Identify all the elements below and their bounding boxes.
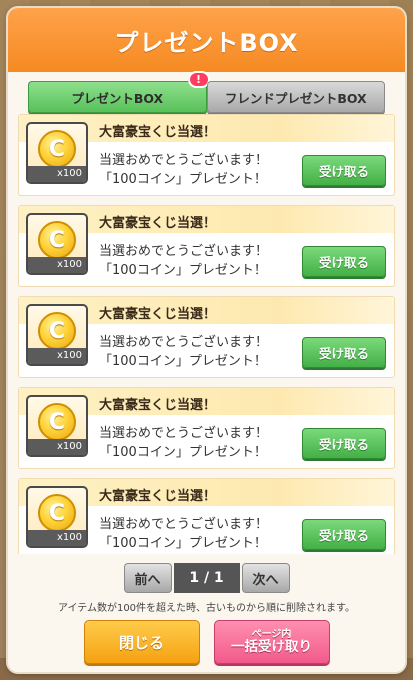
item-message: 当選おめでとうございます！ 「100コイン」プレゼント！: [99, 424, 268, 462]
item-title: 大富豪宝くじ当選！: [99, 307, 217, 322]
item-thumbnail: C x100: [26, 304, 88, 366]
item-thumbnail: C x100: [26, 486, 88, 548]
tab-present-box[interactable]: プレゼントBOX !: [28, 71, 210, 113]
claim-button[interactable]: 受け取る: [302, 428, 386, 459]
present-list[interactable]: C x100 大富豪宝くじ当選！ 当選おめでとうございます！ 「100コイン」プ…: [18, 114, 395, 554]
message-line: 当選おめでとうございます！: [99, 153, 269, 168]
item-title: 大富豪宝くじ当選！: [99, 398, 217, 413]
tab-label: フレンドプレゼントBOX: [224, 90, 367, 106]
message-line: 「100コイン」プレゼント！: [99, 536, 267, 551]
message-line: 当選おめでとうございます！: [99, 335, 269, 350]
item-thumbnail: C x100: [26, 395, 88, 457]
claim-button[interactable]: 受け取る: [302, 155, 386, 186]
item-quantity: x100: [28, 166, 86, 182]
message-line: 当選おめでとうございます！: [99, 426, 269, 441]
item-quantity: x100: [28, 257, 86, 273]
claim-button[interactable]: 受け取る: [302, 337, 386, 368]
present-box-dialog: プレゼントBOX プレゼントBOX ! フレンドプレゼントBOX C x100 …: [8, 8, 405, 672]
prev-page-button[interactable]: 前へ: [123, 563, 172, 593]
item-message: 当選おめでとうございます！ 「100コイン」プレゼント！: [99, 333, 268, 371]
claim-all-label: 一括受け取り: [231, 639, 312, 656]
close-button[interactable]: 閉じる: [83, 620, 200, 664]
item-thumbnail: C x100: [26, 213, 88, 275]
message-line: 「100コイン」プレゼント！: [99, 263, 267, 278]
coin-icon: C: [38, 221, 76, 259]
coin-icon: C: [38, 403, 76, 441]
message-line: 「100コイン」プレゼント！: [99, 172, 267, 187]
dialog-title: プレゼントBOX: [114, 28, 299, 57]
list-item: C x100 大富豪宝くじ当選！ 当選おめでとうございます！ 「100コイン」プ…: [18, 296, 395, 378]
page-indicator: 1 / 1: [173, 563, 240, 593]
dialog-footer: 閉じる ページ内 一括受け取り: [8, 612, 405, 672]
list-item: C x100 大富豪宝くじ当選！ 当選おめでとうございます！ 「100コイン」プ…: [18, 478, 395, 554]
item-title: 大富豪宝くじ当選！: [99, 489, 217, 504]
claim-button[interactable]: 受け取る: [302, 246, 386, 277]
item-quantity: x100: [28, 348, 86, 364]
message-line: 「100コイン」プレゼント！: [99, 445, 267, 460]
tab-friend-present-box[interactable]: フレンドプレゼントBOX: [206, 81, 385, 113]
item-message: 当選おめでとうございます！ 「100コイン」プレゼント！: [99, 151, 268, 189]
pagination: 前へ 1 / 1 次へ: [8, 563, 405, 593]
item-quantity: x100: [28, 530, 86, 546]
list-item: C x100 大富豪宝くじ当選！ 当選おめでとうございます！ 「100コイン」プ…: [18, 387, 395, 469]
message-line: 当選おめでとうございます！: [99, 244, 269, 259]
message-line: 「100コイン」プレゼント！: [99, 354, 267, 369]
tab-label: プレゼントBOX: [71, 90, 164, 106]
claim-all-button[interactable]: ページ内 一括受け取り: [213, 620, 330, 664]
coin-icon: C: [38, 494, 76, 532]
coin-icon: C: [38, 130, 76, 168]
list-item: C x100 大富豪宝くじ当選！ 当選おめでとうございます！ 「100コイン」プ…: [18, 205, 395, 287]
coin-icon: C: [38, 312, 76, 350]
item-title: 大富豪宝くじ当選！: [99, 125, 217, 140]
message-line: 当選おめでとうございます！: [99, 517, 269, 532]
item-title: 大富豪宝くじ当選！: [99, 216, 217, 231]
tab-bar: プレゼントBOX ! フレンドプレゼントBOX: [8, 71, 405, 113]
item-message: 当選おめでとうございます！ 「100コイン」プレゼント！: [99, 515, 268, 553]
item-thumbnail: C x100: [26, 122, 88, 184]
dialog-header: プレゼントBOX: [8, 8, 405, 72]
claim-button[interactable]: 受け取る: [302, 519, 386, 550]
item-quantity: x100: [28, 439, 86, 455]
item-message: 当選おめでとうございます！ 「100コイン」プレゼント！: [99, 242, 268, 280]
next-page-button[interactable]: 次へ: [241, 563, 290, 593]
list-item: C x100 大富豪宝くじ当選！ 当選おめでとうございます！ 「100コイン」プ…: [18, 114, 395, 196]
